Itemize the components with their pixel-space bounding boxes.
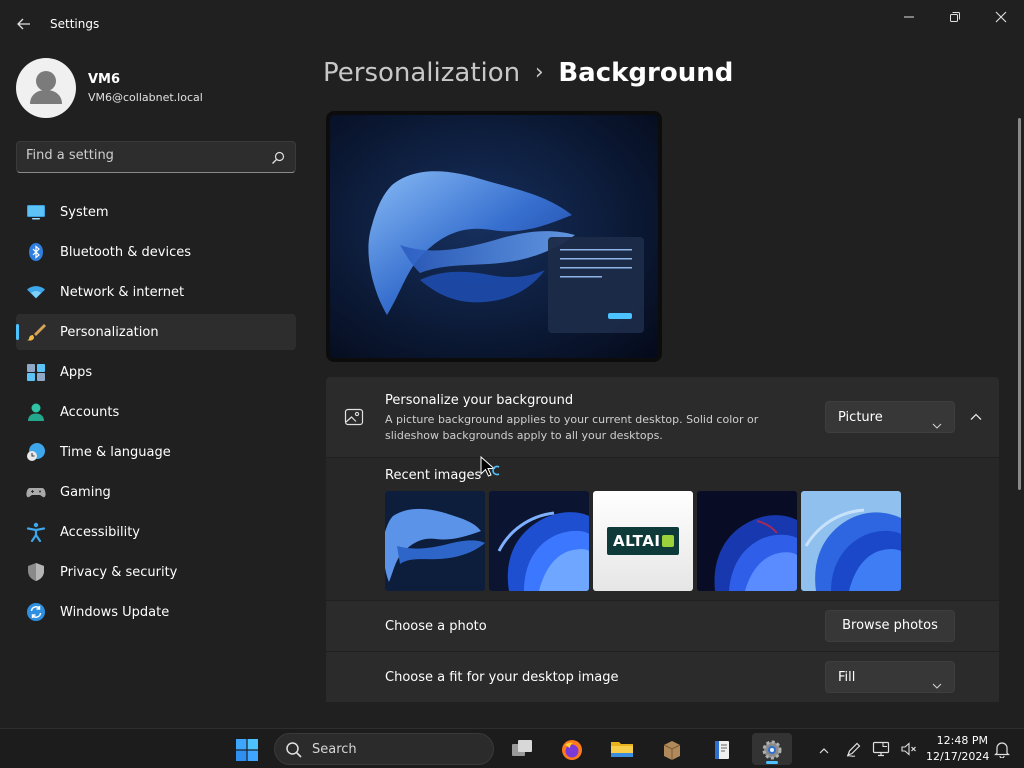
sidebar-item-personalization[interactable]: Personalization	[16, 314, 296, 350]
choose-fit-label: Choose a fit for your desktop image	[385, 670, 619, 685]
sidebar-item-privacy-security[interactable]: Privacy & security	[16, 554, 296, 590]
personalize-background-description: A picture background applies to your cur…	[385, 413, 759, 442]
update-sync-icon	[26, 602, 46, 622]
personalize-background-card[interactable]: Personalize your background A picture ba…	[326, 377, 999, 457]
gamepad-icon	[26, 482, 46, 502]
bloom-dark-image[interactable]	[697, 491, 797, 591]
mouse-cursor-icon	[480, 455, 504, 484]
firefox-icon[interactable]	[552, 733, 592, 765]
minimize-icon[interactable]	[886, 6, 932, 28]
chevron-down-icon	[932, 414, 942, 433]
title-bar: Settings	[0, 0, 1024, 48]
choose-photo-row: Choose a photo Browse photos	[326, 601, 999, 651]
sidebar-item-label: Windows Update	[60, 605, 170, 620]
sidebar-item-bluetooth[interactable]: Bluetooth & devices	[16, 234, 296, 270]
sound-muted-icon[interactable]	[900, 740, 918, 762]
restore-icon[interactable]	[932, 6, 978, 28]
clock-date[interactable]: 12/17/2024	[926, 750, 989, 763]
taskbar-search-label: Search	[312, 742, 357, 757]
search-input[interactable]	[26, 148, 256, 163]
find-setting-search[interactable]	[16, 141, 296, 173]
package-app-icon[interactable]	[652, 733, 692, 765]
bloom-glow-image[interactable]	[385, 491, 485, 591]
avatar[interactable]	[16, 58, 76, 118]
sidebar-item-accessibility[interactable]: Accessibility	[16, 514, 296, 550]
breadcrumb: Personalization › Background	[323, 58, 733, 94]
altai-logo-text: ALTAI	[613, 532, 661, 550]
sidebar-item-label: Time & language	[60, 445, 171, 460]
sidebar-item-time-language[interactable]: Time & language	[16, 434, 296, 470]
clock-time[interactable]: 12:48 PM	[930, 734, 988, 747]
profile-email: VM6@collabnet.local	[88, 91, 203, 104]
back-arrow-icon[interactable]	[14, 14, 34, 34]
browse-photos-button[interactable]: Browse photos	[825, 610, 955, 642]
bluetooth-icon	[26, 242, 46, 262]
window-title: Settings	[50, 17, 100, 31]
sidebar-item-label: Gaming	[60, 485, 111, 500]
choose-fit-row: Choose a fit for your desktop image Fill	[326, 652, 999, 702]
recent-images-section: Recent images ALTAI	[326, 458, 999, 600]
person-icon	[26, 402, 46, 422]
page-title: Background	[558, 58, 734, 88]
pen-icon[interactable]	[845, 740, 863, 762]
sidebar-item-system[interactable]: System	[16, 194, 296, 230]
personalize-background-title: Personalize your background	[385, 393, 574, 408]
sidebar-item-label: Accessibility	[60, 525, 140, 540]
recent-images-label: Recent images	[385, 468, 482, 483]
chevron-up-icon[interactable]	[966, 407, 986, 427]
altai-logo-image[interactable]: ALTAI	[593, 491, 693, 591]
chevron-up-icon[interactable]	[818, 742, 830, 761]
breadcrumb-separator: ›	[534, 60, 544, 85]
taskbar-search[interactable]: Search	[274, 733, 494, 765]
taskbar: Search 12:48 PM 12/17/2024	[0, 728, 1024, 768]
fit-value: Fill	[838, 670, 856, 685]
wifi-icon	[26, 282, 46, 302]
network-display-icon[interactable]	[872, 740, 890, 762]
sidebar-item-label: Bluetooth & devices	[60, 245, 191, 260]
chevron-down-icon	[932, 674, 942, 693]
sidebar-item-label: Personalization	[60, 325, 159, 340]
apps-icon	[26, 362, 46, 382]
notification-bell-icon[interactable]	[994, 740, 1010, 762]
bloom-light-image[interactable]	[801, 491, 901, 591]
recent-images-list: ALTAI	[385, 491, 901, 591]
search-icon[interactable]	[271, 150, 285, 169]
background-type-dropdown[interactable]: Picture	[825, 401, 955, 433]
search-icon	[285, 741, 303, 763]
background-type-value: Picture	[838, 410, 883, 425]
sidebar-item-label: Apps	[60, 365, 93, 380]
file-explorer-icon[interactable]	[602, 733, 642, 765]
accessibility-icon	[26, 522, 46, 543]
background-preview	[326, 111, 662, 362]
sidebar-item-gaming[interactable]: Gaming	[16, 474, 296, 510]
sidebar-nav: System Bluetooth & devices Network & int…	[16, 194, 296, 634]
sidebar-item-windows-update[interactable]: Windows Update	[16, 594, 296, 630]
start-button[interactable]	[227, 733, 267, 765]
altai-logo-mark	[662, 535, 674, 547]
sidebar-item-label: Accounts	[60, 405, 120, 420]
sidebar-item-label: System	[60, 205, 109, 220]
sidebar-item-network[interactable]: Network & internet	[16, 274, 296, 310]
close-icon[interactable]	[978, 6, 1024, 28]
image-icon	[344, 407, 364, 431]
fit-dropdown[interactable]: Fill	[825, 661, 955, 693]
scrollbar[interactable]	[1018, 118, 1021, 490]
choose-photo-label: Choose a photo	[385, 619, 487, 634]
shield-icon	[26, 562, 46, 582]
profile-name: VM6	[88, 72, 121, 87]
sidebar-item-label: Privacy & security	[60, 565, 178, 580]
settings-app-icon[interactable]	[752, 733, 792, 765]
paintbrush-icon	[26, 322, 46, 342]
altai-logo: ALTAI	[607, 527, 679, 555]
book-reader-icon[interactable]	[702, 733, 742, 765]
task-view-button[interactable]	[502, 733, 542, 765]
breadcrumb-parent[interactable]: Personalization	[323, 58, 520, 88]
globe-clock-icon	[26, 442, 46, 462]
sidebar-item-accounts[interactable]: Accounts	[16, 394, 296, 430]
sidebar-item-apps[interactable]: Apps	[16, 354, 296, 390]
system-monitor-icon	[26, 202, 46, 222]
bloom-blue-image[interactable]	[489, 491, 589, 591]
sidebar-item-label: Network & internet	[60, 285, 185, 300]
